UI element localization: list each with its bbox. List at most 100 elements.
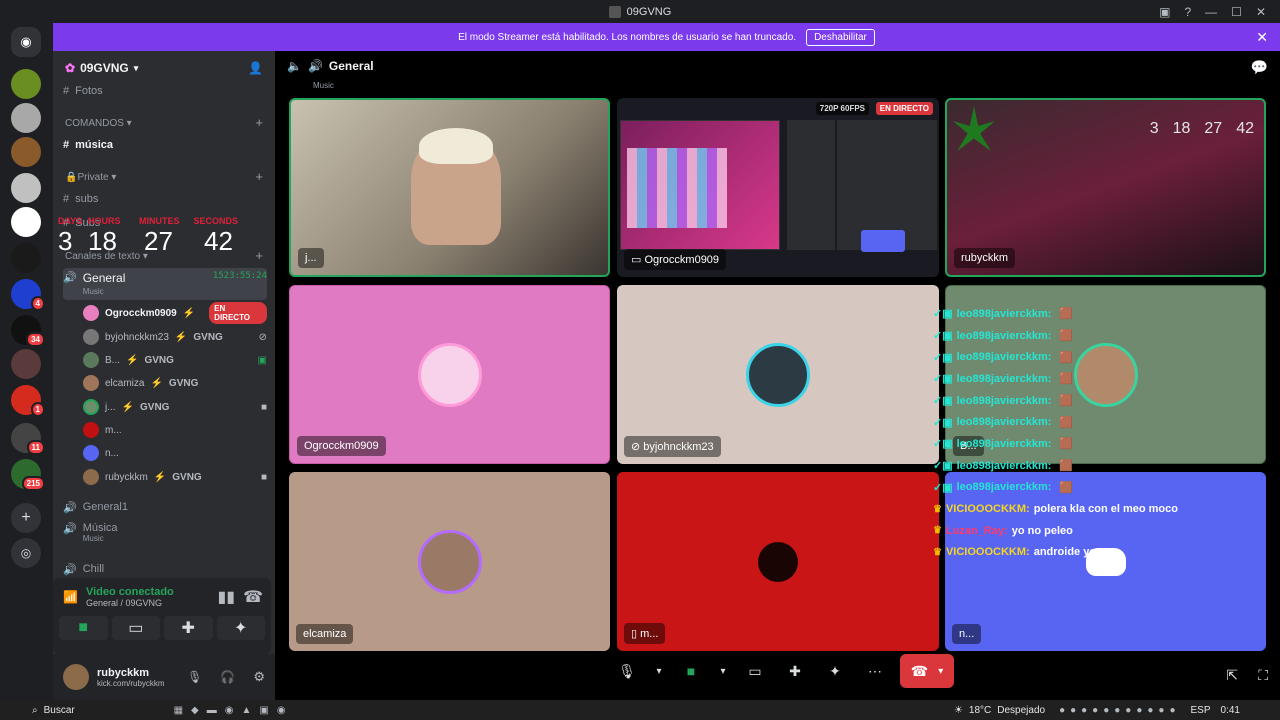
add-member-icon[interactable]: 👤 [248, 61, 263, 75]
soundboard-button[interactable]: ✦ [820, 656, 850, 686]
chat-text: androide yose [1033, 546, 1109, 559]
add-server-icon[interactable]: + [11, 503, 41, 533]
screen-share-tile[interactable]: 720P 60FPS EN DIRECTO ▭ Ogrocckm0909 [617, 98, 939, 277]
stream-sidebar [787, 120, 835, 250]
voice-user[interactable]: j... ⚡ GVNG ■ [83, 397, 267, 417]
clock[interactable]: 0:41 [1221, 705, 1240, 716]
server-icon[interactable] [11, 207, 41, 237]
microphone-icon[interactable]: 🎙 [187, 670, 202, 684]
voice-user[interactable]: rubyckkm ⚡ GVNG ■ [83, 467, 267, 487]
server-icon[interactable] [11, 173, 41, 203]
video-tile[interactable]: ▯ m... [617, 472, 939, 651]
server-icon[interactable] [11, 349, 41, 379]
channel-label: Chill [82, 563, 105, 575]
voice-user[interactable]: n... [83, 443, 267, 463]
channel-musica[interactable]: # música [63, 135, 267, 155]
lightning-icon: ⚡ [150, 377, 163, 389]
badge-icon: ✓▣ [933, 438, 953, 451]
headphones-icon[interactable]: 🎧 [220, 670, 235, 684]
disable-streamer-button[interactable]: Deshabilitar [806, 28, 875, 46]
server-icon[interactable]: 1 [11, 385, 45, 417]
avatar[interactable] [63, 664, 89, 690]
language-indicator[interactable]: ESP [1191, 705, 1211, 716]
chat-message: ✓▣ leo898javierckkm: 🟫 [933, 368, 1253, 390]
help-icon[interactable]: ? [1184, 5, 1191, 19]
chevron-down-icon[interactable]: ▾ [716, 656, 730, 686]
taskbar-apps[interactable]: ▦◆▬◉▲▣◉ [174, 705, 294, 716]
hash-icon: # [63, 139, 70, 151]
weather-icon[interactable]: ☀ [954, 705, 963, 716]
microphone-button[interactable]: 🎙 [612, 656, 642, 686]
chat-message: ✓▣ leo898javierckkm: 🟫 [933, 433, 1253, 455]
server-icon[interactable] [11, 243, 41, 273]
fullscreen-icon[interactable]: ⛶ [1258, 667, 1268, 684]
voice-location[interactable]: General / 09GVNG [86, 598, 174, 608]
lightning-icon: ⚡ [153, 471, 167, 483]
close-button[interactable]: ✕ [1256, 5, 1266, 19]
avatar [758, 541, 798, 582]
voice-user[interactable]: elcamiza ⚡ GVNG [83, 373, 267, 393]
chat-icon[interactable]: 💬 [1251, 59, 1268, 76]
voice-channel-musica[interactable]: 🔊 Música Music [63, 522, 267, 552]
disconnect-button[interactable]: ☎ ▾ [900, 654, 954, 688]
close-icon[interactable]: ✕ [1256, 29, 1268, 46]
soundboard-icon[interactable]: ▮▮ [217, 587, 235, 607]
screen-share-button[interactable]: ▭ [740, 656, 770, 686]
category-label: COMANDOS [65, 118, 124, 129]
tray-icons[interactable]: ●●●●●●●●●●● [1059, 705, 1180, 716]
add-channel-icon[interactable]: + [255, 115, 263, 130]
discord-home-icon[interactable]: ◉ [11, 27, 41, 57]
server-icon[interactable] [11, 69, 41, 99]
category-texto[interactable]: Canales de texto ▾ [65, 251, 148, 262]
video-tile[interactable]: 3 18 27 42 rubyckkm [945, 98, 1266, 277]
server-icon[interactable]: 11 [11, 423, 45, 455]
add-channel-icon[interactable]: + [255, 248, 263, 263]
screen-share-button[interactable]: ▭ [111, 616, 160, 640]
voice-user[interactable]: m... [83, 420, 267, 440]
server-icon[interactable] [11, 103, 41, 133]
badge-icon: ✓▣ [933, 460, 953, 473]
server-icon[interactable]: 34 [11, 315, 45, 347]
voice-channel-general1[interactable]: 🔊 General1 [63, 497, 267, 517]
chat-message: ✓▣ leo898javierckkm: 🟫 [933, 325, 1253, 347]
more-options-button[interactable]: ⋯ [860, 656, 890, 686]
server-icon[interactable]: 4 [11, 279, 45, 311]
channel-fotos[interactable]: # Fotos [63, 81, 267, 101]
voice-user[interactable]: Ogrocckm0909 ⚡ EN DIRECTO [83, 302, 267, 324]
channel-subs[interactable]: # subs [63, 189, 267, 209]
inbox-icon[interactable]: ▣ [1159, 5, 1170, 19]
server-icon[interactable]: 215 [11, 459, 45, 491]
chevron-down-icon[interactable]: ▾ [652, 656, 666, 686]
soundboard-button[interactable]: ✦ [216, 616, 265, 640]
popout-icon[interactable]: ⇱ [1226, 667, 1238, 684]
camera-button[interactable]: ■ [676, 656, 706, 686]
video-tile[interactable]: Ogrocckm0909 [289, 285, 610, 464]
voice-user[interactable]: byjohnckkm23 ⚡ GVNG ⊘ [83, 327, 267, 347]
disconnect-icon[interactable]: ☎ [243, 587, 263, 607]
server-header[interactable]: ✿ 09GVNG ▾ 👤 [53, 51, 275, 85]
video-tile[interactable]: ⊘ byjohnckkm23 [617, 285, 939, 464]
emote-icon: 🟫 [1059, 460, 1074, 473]
category-comandos[interactable]: COMANDOS ▾ [65, 118, 132, 129]
add-channel-icon[interactable]: + [255, 169, 263, 184]
settings-gear-icon[interactable]: ⚙ [253, 669, 265, 685]
tile-name: ▭ Ogrocckm0909 [624, 249, 727, 270]
camera-button[interactable]: ■ [59, 616, 108, 640]
taskbar-search[interactable]: Buscar [44, 705, 154, 716]
video-tile[interactable]: j... [289, 98, 610, 277]
activities-button[interactable]: ✚ [164, 616, 213, 640]
server-icon[interactable] [11, 137, 41, 167]
explore-icon[interactable]: ◎ [11, 538, 41, 568]
video-tile[interactable]: elcamiza [289, 472, 610, 651]
maximize-button[interactable]: ☐ [1231, 5, 1242, 19]
minimize-button[interactable]: — [1205, 5, 1217, 19]
voice-user[interactable]: B... ⚡ GVNG ▣ [83, 350, 267, 370]
voice-channel-general[interactable]: 🔊 General Music 1523:55:24 [63, 268, 267, 300]
chat-user: leo898javierckkm: [956, 329, 1052, 342]
chat-user: VICIOOOCKKM: [945, 503, 1030, 516]
search-icon[interactable]: ⌕ [32, 705, 38, 716]
category-private[interactable]: 🔒Private ▾ [65, 172, 116, 183]
activities-button[interactable]: ✚ [780, 656, 810, 686]
voice-user-name: elcamiza [105, 377, 145, 389]
voice-channel-chill[interactable]: 🔊 Chill [63, 559, 267, 579]
